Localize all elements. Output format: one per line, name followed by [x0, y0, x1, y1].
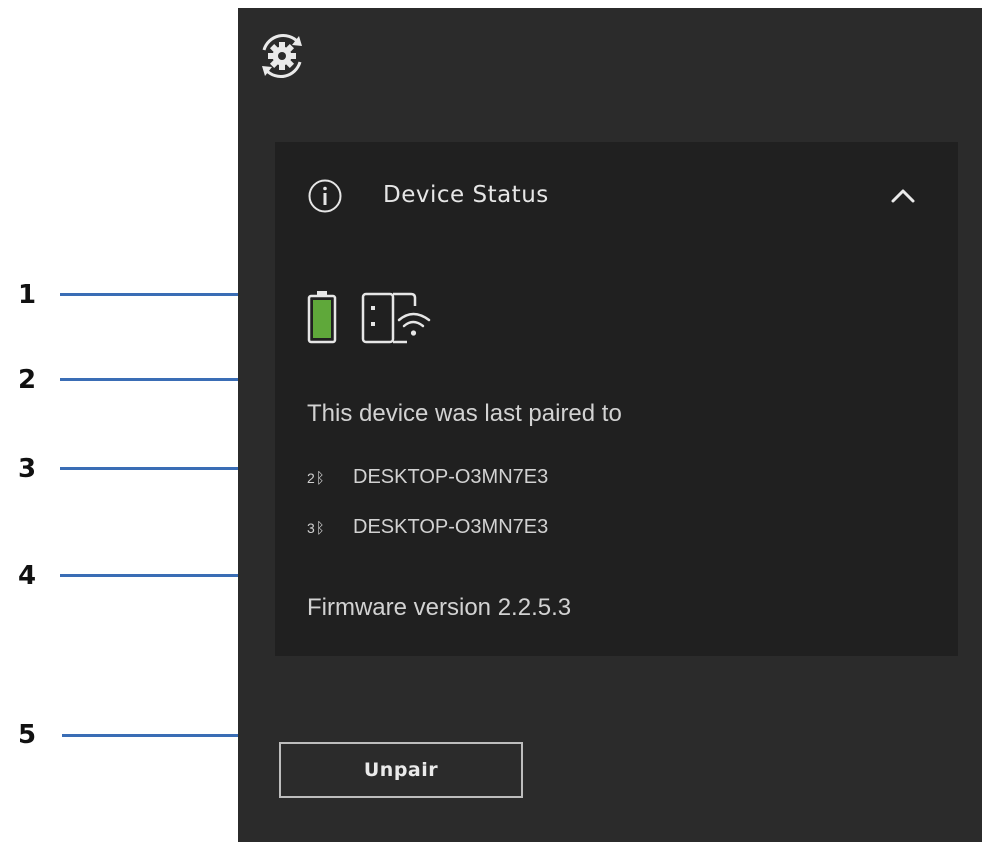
- callout-line-4: [60, 574, 250, 577]
- info-icon: [308, 179, 342, 213]
- bluetooth-icon: ᛒ: [315, 470, 325, 487]
- firmware-version: Firmware version 2.2.5.3: [307, 594, 572, 621]
- callout-line-3: [60, 467, 258, 470]
- paired-label: This device was last paired to: [307, 400, 622, 427]
- callout-3: 3: [18, 454, 37, 484]
- callout-2: 2: [18, 365, 37, 395]
- sync-gear-icon[interactable]: [254, 28, 310, 84]
- unpair-button[interactable]: Unpair: [279, 742, 523, 798]
- device-settings-panel: Device Status This device was last paire…: [238, 8, 982, 842]
- paired-device-row: 2ᛒ DESKTOP-O3MN7E3: [307, 466, 548, 489]
- pair-slot: 3ᛒ: [307, 520, 353, 537]
- page: 1 2 3 4 5 Device Status This device was …: [0, 0, 990, 842]
- slot-number: 2: [307, 470, 315, 486]
- callout-line-2: [60, 378, 266, 381]
- device-status-card: Device Status This device was last paire…: [275, 142, 958, 656]
- device-status-header[interactable]: Device Status: [275, 142, 958, 246]
- wireless-receiver-icon: [361, 292, 431, 344]
- callout-1: 1: [18, 280, 37, 310]
- chevron-up-icon[interactable]: [881, 174, 925, 218]
- paired-device-name: DESKTOP-O3MN7E3: [353, 466, 549, 488]
- bluetooth-icon: ᛒ: [315, 520, 325, 537]
- slot-number: 3: [307, 520, 315, 536]
- callout-line-5: [62, 734, 266, 737]
- paired-device-row: 3ᛒ DESKTOP-O3MN7E3: [307, 516, 548, 539]
- card-title: Device Status: [383, 182, 549, 208]
- callout-4: 4: [18, 561, 37, 591]
- battery-icon: [307, 291, 337, 344]
- callout-5: 5: [18, 720, 37, 750]
- battery-fill: [313, 300, 331, 338]
- pair-slot: 2ᛒ: [307, 470, 353, 487]
- paired-device-name: DESKTOP-O3MN7E3: [353, 516, 549, 538]
